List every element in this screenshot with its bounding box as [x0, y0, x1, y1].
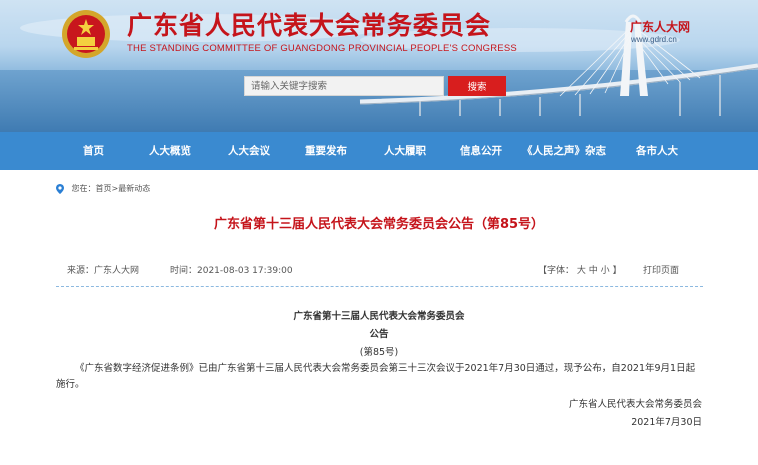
nav-item-overview[interactable]: 人大概览	[149, 132, 191, 170]
nav-item-magazine[interactable]: 《人民之声》杂志	[522, 132, 606, 170]
article-title: 广东省第十三届人民代表大会常务委员会公告（第85号）	[213, 217, 545, 232]
font-size-medium-link[interactable]: 中	[589, 266, 598, 276]
location-pin-icon	[56, 183, 64, 194]
doc-signature: 广东省人民代表大会常务委员会	[568, 399, 702, 410]
main-nav: 首页 人大概览 人大会议 重要发布 人大履职 信息公开 《人民之声》杂志 各市人…	[0, 132, 758, 170]
site-subtitle: THE STANDING COMMITTEE OF GUANGDONG PROV…	[127, 43, 517, 54]
article-source: 来源：广东人大网	[67, 266, 140, 276]
breadcrumb-prefix: 您在：	[71, 184, 96, 193]
article-time: 时间：2021-08-03 17:39:00	[170, 266, 293, 276]
font-size-small-link[interactable]: 小	[601, 266, 610, 276]
national-emblem-icon	[62, 10, 110, 58]
site-logo-text[interactable]: 广东人大网	[630, 18, 690, 35]
font-size-label: 【字体：	[538, 266, 575, 276]
nav-item-disclosure[interactable]: 信息公开	[460, 132, 502, 170]
breadcrumb: 您在：首页>最新动态	[56, 183, 150, 194]
print-page-link[interactable]: 打印页面	[643, 263, 679, 276]
font-size-control: 【字体： 大 中 小 】	[538, 263, 622, 276]
search-input[interactable]	[244, 76, 444, 96]
doc-body: 《广东省数字经济促进条例》已由广东省第十三届人民代表大会常务委员会第三十三次会议…	[56, 363, 696, 390]
nav-item-cities[interactable]: 各市人大	[636, 132, 678, 170]
doc-date: 2021年7月30日	[631, 417, 702, 428]
site-logo-url: www.gdrd.cn	[631, 35, 677, 44]
font-size-close: 】	[612, 266, 622, 276]
doc-type: 公告	[369, 329, 389, 340]
nav-item-duties[interactable]: 人大履职	[384, 132, 426, 170]
breadcrumb-current[interactable]: 最新动态	[118, 184, 150, 193]
header-banner: 广东省人民代表大会常务委员会 THE STANDING COMMITTEE OF…	[0, 0, 758, 132]
breadcrumb-home-link[interactable]: 首页	[96, 184, 112, 193]
doc-heading: 广东省第十三届人民代表大会常务委员会	[293, 311, 465, 322]
search-button[interactable]: 搜索	[448, 76, 506, 96]
doc-number: (第85号)	[359, 347, 399, 358]
nav-item-releases[interactable]: 重要发布	[305, 132, 347, 170]
site-title: 广东省人民代表大会常务委员会	[127, 11, 492, 40]
nav-item-meetings[interactable]: 人大会议	[228, 132, 270, 170]
font-size-large-link[interactable]: 大	[577, 266, 586, 276]
meta-divider	[56, 286, 703, 287]
nav-item-home[interactable]: 首页	[83, 132, 104, 170]
